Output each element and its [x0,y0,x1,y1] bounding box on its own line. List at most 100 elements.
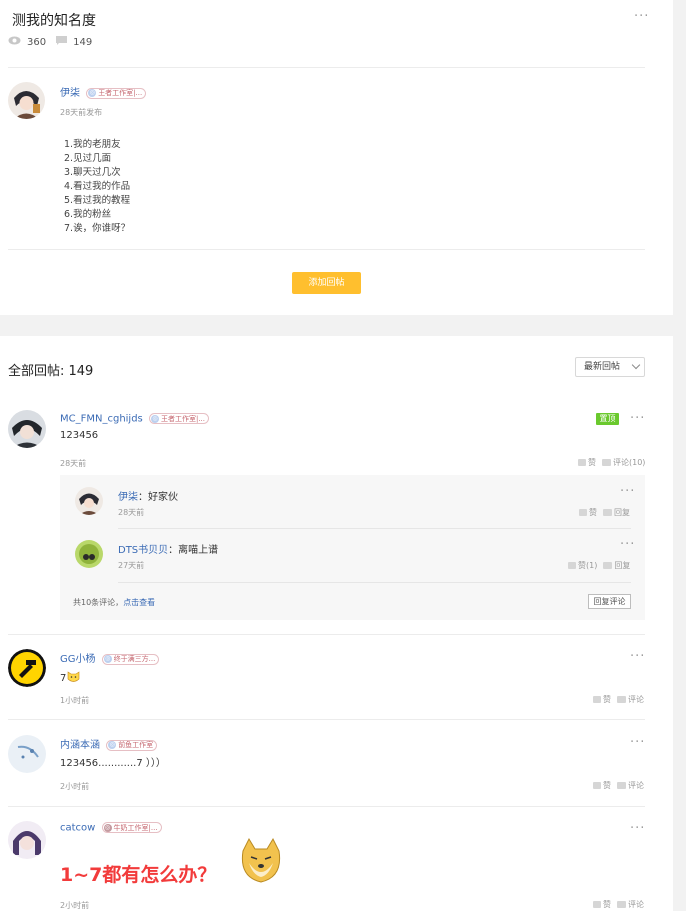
sub-reply-text: ：好家伙 [138,492,178,503]
reply-author-row: catcow ◎ 牛奶工作室|... [60,822,162,834]
comment-button[interactable]: 评论(10) [602,457,645,468]
sub-reply-text: ：离喵上谱 [168,545,219,556]
reply-actions: 赞 评论 [593,694,644,705]
reply-author[interactable]: GG小杨 [60,654,96,665]
comment-button[interactable]: 评论 [617,694,644,705]
studio-badge[interactable]: ◎ 牛奶工作室|... [101,822,162,833]
reply-author[interactable]: catcow [60,823,95,834]
sub-reply-author[interactable]: 伊柒 [118,492,138,503]
thumb-up-icon [593,782,601,789]
studio-badge[interactable]: ◎ 前鱼工作室 [106,739,158,751]
studio-icon: ◎ [103,823,112,832]
topic-more-icon[interactable]: ··· [634,10,649,23]
divider [118,582,631,583]
studio-icon: ◎ [88,89,97,97]
reply-comment-button[interactable]: 回复评论 [588,594,631,609]
comment-icon [56,36,68,48]
reply-avatar[interactable] [8,410,46,448]
reply-author[interactable]: 内涵本涵 [60,740,100,751]
reply-button[interactable]: 回复 [603,507,630,518]
reply-author[interactable]: MC_FMN_cghijds [60,414,143,425]
comment-button[interactable]: 评论 [617,780,644,791]
reply-actions: 赞 评论 [593,899,644,910]
sub-reply-avatar[interactable] [75,540,103,568]
like-button[interactable]: 赞(1) [568,560,597,571]
topic-title: 测我的知名度 [12,13,96,29]
reply-author-row: 内涵本涵 ◎ 前鱼工作室 [60,736,158,751]
studio-icon: ◎ [108,741,117,749]
like-button[interactable]: 赞 [593,780,611,791]
sub-reply-author[interactable]: DTS书贝贝 [118,545,168,556]
like-button[interactable]: 赞 [593,899,611,910]
divider [8,806,645,807]
studio-badge[interactable]: ◎ 王者工作室|... [148,413,210,424]
reply-time: 2小时前 [60,782,90,791]
like-button[interactable]: 赞 [579,507,597,518]
reply-time: 2小时前 [60,901,90,910]
divider [8,67,645,68]
like-button[interactable]: 赞 [578,457,596,468]
author-name[interactable]: 伊柒 [60,88,80,99]
reply-more-icon[interactable]: ··· [630,822,645,835]
sub-reply-time: 27天前 [118,561,145,570]
comment-icon [602,459,611,466]
content-line: 5.看过我的教程 [64,195,131,206]
doge-icon [239,837,283,887]
reply-text: 7 [60,672,67,684]
pinned-badge: 置顶 [596,413,619,425]
divider [8,719,645,720]
reply-more-icon[interactable]: ··· [630,412,645,425]
comment-icon [617,696,626,703]
reply-text: 123456............7 ））） [60,758,166,769]
topic-content: 1.我的老朋友 2.见过几面 3.聊天过几次 4.看过我的作品 5.看过我的教程… [64,138,130,236]
thumb-up-icon [593,901,601,908]
reply-button[interactable]: 回复 [603,560,630,571]
sort-select[interactable]: 最新回帖 [575,357,645,377]
studio-icon: ◎ [150,414,159,423]
reply-avatar[interactable] [8,821,46,859]
reply-actions: 赞 评论(10) [578,457,645,468]
divider [118,528,631,529]
reply-avatar[interactable] [8,649,46,687]
sub-reply-content: DTS书贝贝：离喵上谱 [118,541,218,556]
studio-icon: ◎ [103,655,112,663]
sub-replies-footer: 共10条评论，点击查看 [73,598,156,607]
comment-count: 149 [73,36,93,48]
sub-reply-more-icon[interactable]: ··· [620,485,635,498]
comment-icon [617,901,626,908]
author-name-row: 伊柒 ◎ 王者工作室|... [60,84,147,99]
reply-time: 28天前 [60,459,87,468]
thumb-up-icon [593,696,601,703]
content-line: 1.我的老朋友 [64,139,121,150]
sub-reply-content: 伊柒：好家伙 [118,488,178,503]
divider [8,249,645,250]
reply-more-icon[interactable]: ··· [630,650,645,663]
reply-more-icon[interactable]: ··· [630,736,645,749]
view-all-link[interactable]: 点击查看 [123,598,155,607]
cat-emoji-icon [67,670,80,686]
comment-button[interactable]: 评论 [617,899,644,910]
author-avatar[interactable] [8,82,45,119]
studio-badge[interactable]: ◎ 王者工作室|... [86,87,147,99]
studio-badge[interactable]: ◎ 终于满三方... [101,653,160,665]
add-reply-button[interactable]: 添加回帖 [292,272,361,294]
eye-icon [8,36,21,48]
sub-reply-avatar[interactable] [75,487,103,515]
reply-actions: 赞 评论 [593,780,644,791]
reply-content: 7 [60,670,80,686]
thumb-up-icon [568,562,576,569]
view-count: 360 [27,36,47,48]
sub-reply-actions: 赞 回复 [579,507,630,518]
sub-reply-actions: 赞(1) 回复 [568,560,630,571]
sub-reply-more-icon[interactable]: ··· [620,538,635,551]
reply-author-row: GG小杨 ◎ 终于满三方... [60,650,160,665]
reply-text: 1~7都有怎么办？ [60,864,217,886]
reply-text: 123456 [60,430,99,441]
like-button[interactable]: 赞 [593,694,611,705]
divider [8,634,645,635]
reply-avatar[interactable] [8,735,46,773]
comment-icon [603,509,612,516]
content-line: 3.聊天过几次 [64,167,121,178]
content-line: 6.我的粉丝 [64,209,112,220]
comment-icon [603,562,613,569]
